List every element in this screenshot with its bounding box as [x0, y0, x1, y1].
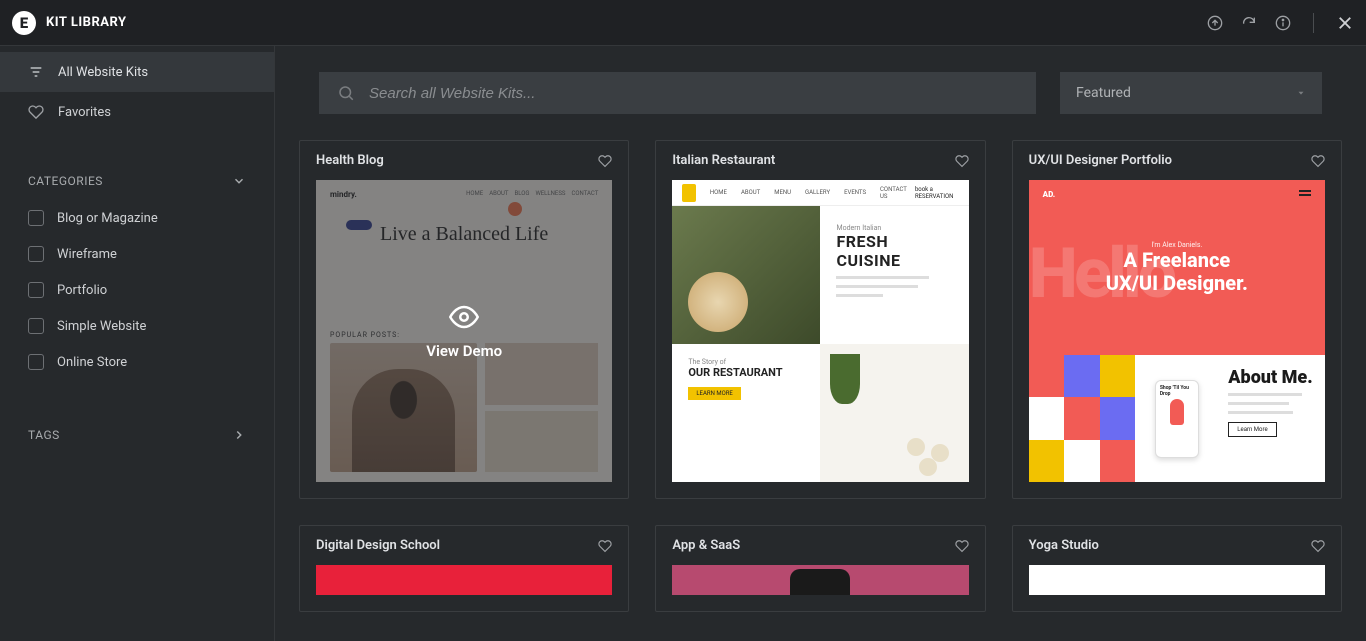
category-label: Simple Website [57, 319, 146, 334]
checkbox[interactable] [28, 246, 44, 262]
kit-title: Yoga Studio [1029, 538, 1099, 553]
favorite-toggle[interactable] [598, 539, 612, 553]
kit-thumbnail[interactable] [672, 565, 968, 595]
kit-title: Health Blog [316, 153, 384, 168]
sidebar: All Website Kits Favorites CATEGORIES Bl… [0, 46, 275, 641]
chevron-down-icon [1296, 88, 1306, 98]
eye-icon [449, 302, 479, 332]
kit-thumbnail[interactable] [1029, 565, 1325, 595]
kit-title: UX/UI Designer Portfolio [1029, 153, 1172, 168]
main-content: Featured Health Blog mindry. HOMEABOUTBL… [275, 46, 1366, 641]
kit-card-digital-design-school[interactable]: Digital Design School [299, 525, 629, 612]
app-title: KIT LIBRARY [46, 15, 127, 30]
header-divider [1313, 13, 1314, 33]
kit-card-app-saas[interactable]: App & SaaS [655, 525, 985, 612]
info-icon[interactable] [1275, 15, 1291, 31]
kit-card-ux-ui-designer[interactable]: UX/UI Designer Portfolio AD. Hello I'm A… [1012, 140, 1342, 499]
category-label: Online Store [57, 355, 127, 370]
category-blog-or-magazine[interactable]: Blog or Magazine [0, 200, 274, 236]
kit-grid: Health Blog mindry. HOMEABOUTBLOGWELLNES… [275, 140, 1366, 636]
close-icon[interactable] [1336, 14, 1354, 32]
search-wrap [319, 72, 1036, 114]
search-icon [337, 84, 355, 102]
filter-icon [28, 64, 44, 80]
category-label: Wireframe [57, 247, 117, 262]
refresh-icon[interactable] [1241, 15, 1257, 31]
checkbox[interactable] [28, 210, 44, 226]
kit-thumbnail[interactable]: AD. Hello I'm Alex Daniels. A FreelanceU… [1029, 180, 1325, 482]
kit-title: Italian Restaurant [672, 153, 775, 168]
sort-selected-label: Featured [1076, 85, 1131, 101]
upload-icon[interactable] [1207, 15, 1223, 31]
category-online-store[interactable]: Online Store [0, 344, 274, 380]
search-input[interactable] [369, 85, 1018, 102]
favorite-toggle[interactable] [598, 154, 612, 168]
nav-label: Favorites [58, 105, 111, 120]
category-label: Blog or Magazine [57, 211, 158, 226]
category-simple-website[interactable]: Simple Website [0, 308, 274, 344]
kit-card-health-blog[interactable]: Health Blog mindry. HOMEABOUTBLOGWELLNES… [299, 140, 629, 499]
tags-toggle[interactable]: TAGS [0, 416, 274, 454]
app-header: E KIT LIBRARY [0, 0, 1366, 46]
category-wireframe[interactable]: Wireframe [0, 236, 274, 272]
tags-title: TAGS [28, 428, 60, 442]
favorite-toggle[interactable] [1311, 154, 1325, 168]
kit-thumbnail[interactable] [316, 565, 612, 595]
kit-thumbnail[interactable]: mindry. HOMEABOUTBLOGWELLNESSCONTACT Liv… [316, 180, 612, 482]
sort-select[interactable]: Featured [1060, 72, 1322, 114]
chevron-down-icon [232, 174, 246, 188]
kit-card-italian-restaurant[interactable]: Italian Restaurant HOMEABOUTMENUGALLERYE… [655, 140, 985, 499]
favorite-toggle[interactable] [1311, 539, 1325, 553]
nav-label: All Website Kits [58, 65, 148, 80]
kit-title: Digital Design School [316, 538, 440, 553]
favorite-toggle[interactable] [955, 539, 969, 553]
kit-title: App & SaaS [672, 538, 740, 553]
favorite-toggle[interactable] [955, 154, 969, 168]
view-demo-label[interactable]: View Demo [426, 342, 502, 360]
category-portfolio[interactable]: Portfolio [0, 272, 274, 308]
categories-title: CATEGORIES [28, 174, 103, 188]
heart-icon [28, 104, 44, 120]
nav-all-kits[interactable]: All Website Kits [0, 52, 274, 92]
chevron-right-icon [232, 428, 246, 442]
checkbox[interactable] [28, 354, 44, 370]
kit-thumbnail[interactable]: HOMEABOUTMENUGALLERYEVENTSCONTACT USbook… [672, 180, 968, 482]
nav-favorites[interactable]: Favorites [0, 92, 274, 132]
hover-overlay: View Demo [316, 180, 612, 482]
category-label: Portfolio [57, 283, 107, 298]
checkbox[interactable] [28, 318, 44, 334]
elementor-logo: E [12, 11, 36, 35]
categories-toggle[interactable]: CATEGORIES [0, 162, 274, 200]
checkbox[interactable] [28, 282, 44, 298]
kit-card-yoga-studio[interactable]: Yoga Studio [1012, 525, 1342, 612]
